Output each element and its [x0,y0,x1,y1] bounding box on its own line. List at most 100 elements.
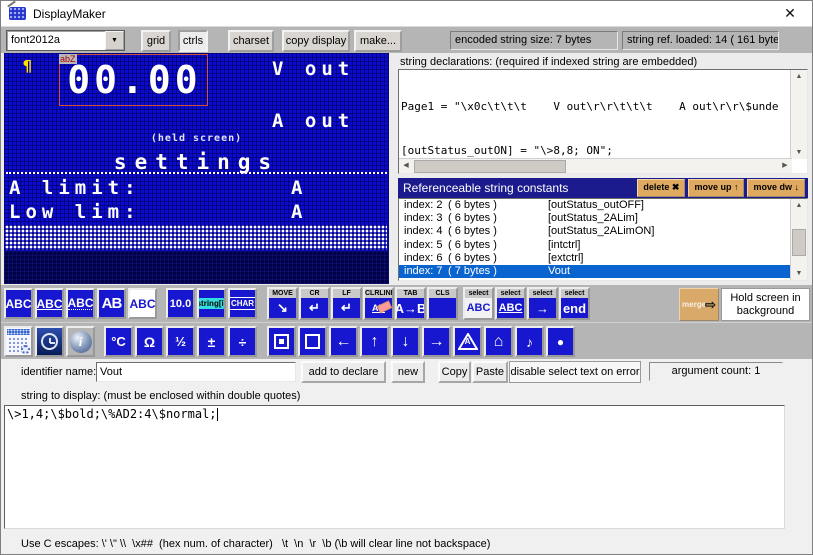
identifier-input[interactable] [96,362,296,382]
string-to-display-editor[interactable]: \>1,4;\$bold;\%AD2:4\$normal; [4,405,785,529]
warning-button[interactable]: A [453,326,482,357]
arrow-up-button[interactable]: ↑ [360,326,389,357]
charset-button[interactable]: charset [228,30,274,52]
display-a-limit-value: A [291,177,308,199]
string-index-button[interactable]: string[i] [197,288,226,319]
cr-button[interactable]: CR ↵ [299,287,330,320]
display-preview[interactable]: ¶ abZ 00.00 V out A out (held screen) se… [4,53,389,284]
dot-button[interactable]: ● [546,326,575,357]
declarations-editor[interactable]: Page1 = "\x0c\t\t\t V out\r\r\t\t\t A ou… [398,69,808,174]
text-abc-inverse-button[interactable]: ABC [128,288,157,319]
row-size: ( 6 bytes ) [448,212,497,225]
constants-list[interactable]: index: 2 ( 6 bytes ) [outStatus_outOFF] … [398,198,808,281]
close-icon[interactable]: ✕ [768,1,812,26]
carriage-return-icon: ↵ [301,298,328,318]
move-button[interactable]: MOVE ↘ [267,287,298,320]
home-button[interactable]: ⌂ [484,326,513,357]
tab-arrow-icon: A→B [397,298,424,318]
move-arrow-icon: ↘ [269,298,296,318]
scroll-up-icon[interactable]: ▲ [791,199,807,212]
half-fraction-button[interactable]: ½ [166,326,195,357]
hold-screen-button[interactable]: Hold screen in background [721,288,810,321]
disable-select-text-button[interactable]: disable select text on error [509,361,641,383]
arrow-left-button[interactable]: ← [329,326,358,357]
calendar-icon [6,328,31,355]
pilcrow-cursor: ¶ [23,57,33,75]
scroll-down-icon[interactable]: ▼ [791,146,807,159]
ctrls-button[interactable]: ctrls [178,30,208,52]
declaration-line: [outStatus_outON] = "\>8,8; ON"; [401,143,613,157]
add-to-declare-button[interactable]: add to declare [301,361,386,383]
display-a-out: A out [272,110,355,132]
scroll-up-icon[interactable]: ▲ [791,70,807,83]
text-abc-dotted-button[interactable]: ABC [66,288,95,319]
box-outline-button[interactable] [298,326,327,357]
scroll-left-icon[interactable]: ◀ [399,159,413,173]
cls-button[interactable]: CLS [427,287,458,320]
list-item[interactable]: index: 4 ( 6 bytes ) [outStatus_2ALimON] [399,225,807,238]
merge-button[interactable]: merge ⇨ [679,288,719,321]
chevron-down-icon[interactable]: ▼ [105,31,124,50]
row-index: index: 5 [404,238,443,251]
list-item[interactable]: index: 5 ( 6 bytes ) [intctrl] [399,239,807,252]
text-ab-wide-button[interactable]: AB [97,288,126,319]
number-button[interactable]: 10.0 [166,288,195,319]
scroll-down-icon[interactable]: ▼ [791,267,807,280]
move-up-button[interactable]: move up ↑ [688,179,745,197]
degrees-c-button[interactable]: °C [104,326,133,357]
row-name: [outStatus_2ALimON] [548,225,655,238]
list-item[interactable]: index: 3 ( 6 bytes ) [outStatus_2ALim] [399,212,807,225]
declarations-hscrollbar[interactable]: ◀ ▶ [399,158,792,173]
calendar-button[interactable] [4,326,33,357]
ohm-button[interactable]: Ω [135,326,164,357]
list-item-selected[interactable]: index: 7 ( 7 bytes ) Vout [399,264,807,279]
text-abc-underline-button[interactable]: ABC [35,288,64,319]
box-filled-button[interactable] [267,326,296,357]
list-item[interactable]: index: 6 ( 6 bytes ) [extctrl] [399,252,807,265]
row-index: index: 3 [404,212,443,225]
string-to-display-value: \>1,4;\$bold;\%AD2:4\$normal; [7,407,217,421]
gear-icon [21,345,30,354]
hscroll-thumb[interactable] [414,160,566,173]
row-index: index: 7 [404,264,443,277]
lf-button[interactable]: LF ↵ [331,287,362,320]
move-down-button[interactable]: move dw ↓ [747,179,805,197]
declarations-vscrollbar[interactable]: ▲ ▼ [790,70,807,159]
font-select[interactable]: font2012a ▼ [6,30,125,51]
copy-button[interactable]: Copy [438,361,471,383]
arrow-right-button[interactable]: → [422,326,451,357]
arrow-down-button[interactable]: ↓ [391,326,420,357]
display-low-lim-value: A [291,201,308,223]
argument-count-panel: argument count: 1 [649,362,783,381]
paste-button[interactable]: Paste [472,361,508,383]
list-item[interactable]: index: 2 ( 6 bytes ) [outStatus_outOFF] [399,199,807,212]
clrline-button[interactable]: CLRLINE AB [363,287,394,320]
tab-button[interactable]: TAB A→B [395,287,426,320]
declarations-code[interactable]: Page1 = "\x0c\t\t\t V out\r\r\t\t\t A ou… [401,71,790,158]
info-button[interactable]: i [66,326,95,357]
copy-display-button[interactable]: copy display [282,30,350,52]
grid-button[interactable]: grid [141,30,171,52]
text-abc-button[interactable]: ABC [4,288,33,319]
down-arrow-icon: ↓ [401,332,410,350]
delete-button[interactable]: delete ✖ [637,179,686,197]
divide-button[interactable]: ÷ [228,326,257,357]
select-abc-inverse-button[interactable]: select ABC [495,287,526,320]
select-abc-button[interactable]: select ABC [463,287,494,320]
plus-minus-button[interactable]: ± [197,326,226,357]
select-arrow-button[interactable]: select → [527,287,558,320]
display-low-lim: Low lim: [9,201,141,223]
vscroll-thumb[interactable] [792,229,806,256]
constants-vscrollbar[interactable]: ▲ ▼ [790,199,807,280]
row-size: ( 6 bytes ) [448,251,497,264]
make-button[interactable]: make... [354,30,402,52]
display-big-value[interactable]: 00.00 [62,55,207,104]
new-button[interactable]: new [391,361,425,383]
note-button[interactable]: ♪ [515,326,544,357]
clock-button[interactable] [35,326,64,357]
scroll-right-icon[interactable]: ▶ [778,159,792,173]
char-button[interactable]: CHAR [228,288,257,319]
select-end-button[interactable]: select end [559,287,590,320]
display-v-out: V out [272,58,355,80]
row-index: index: 6 [404,251,443,264]
